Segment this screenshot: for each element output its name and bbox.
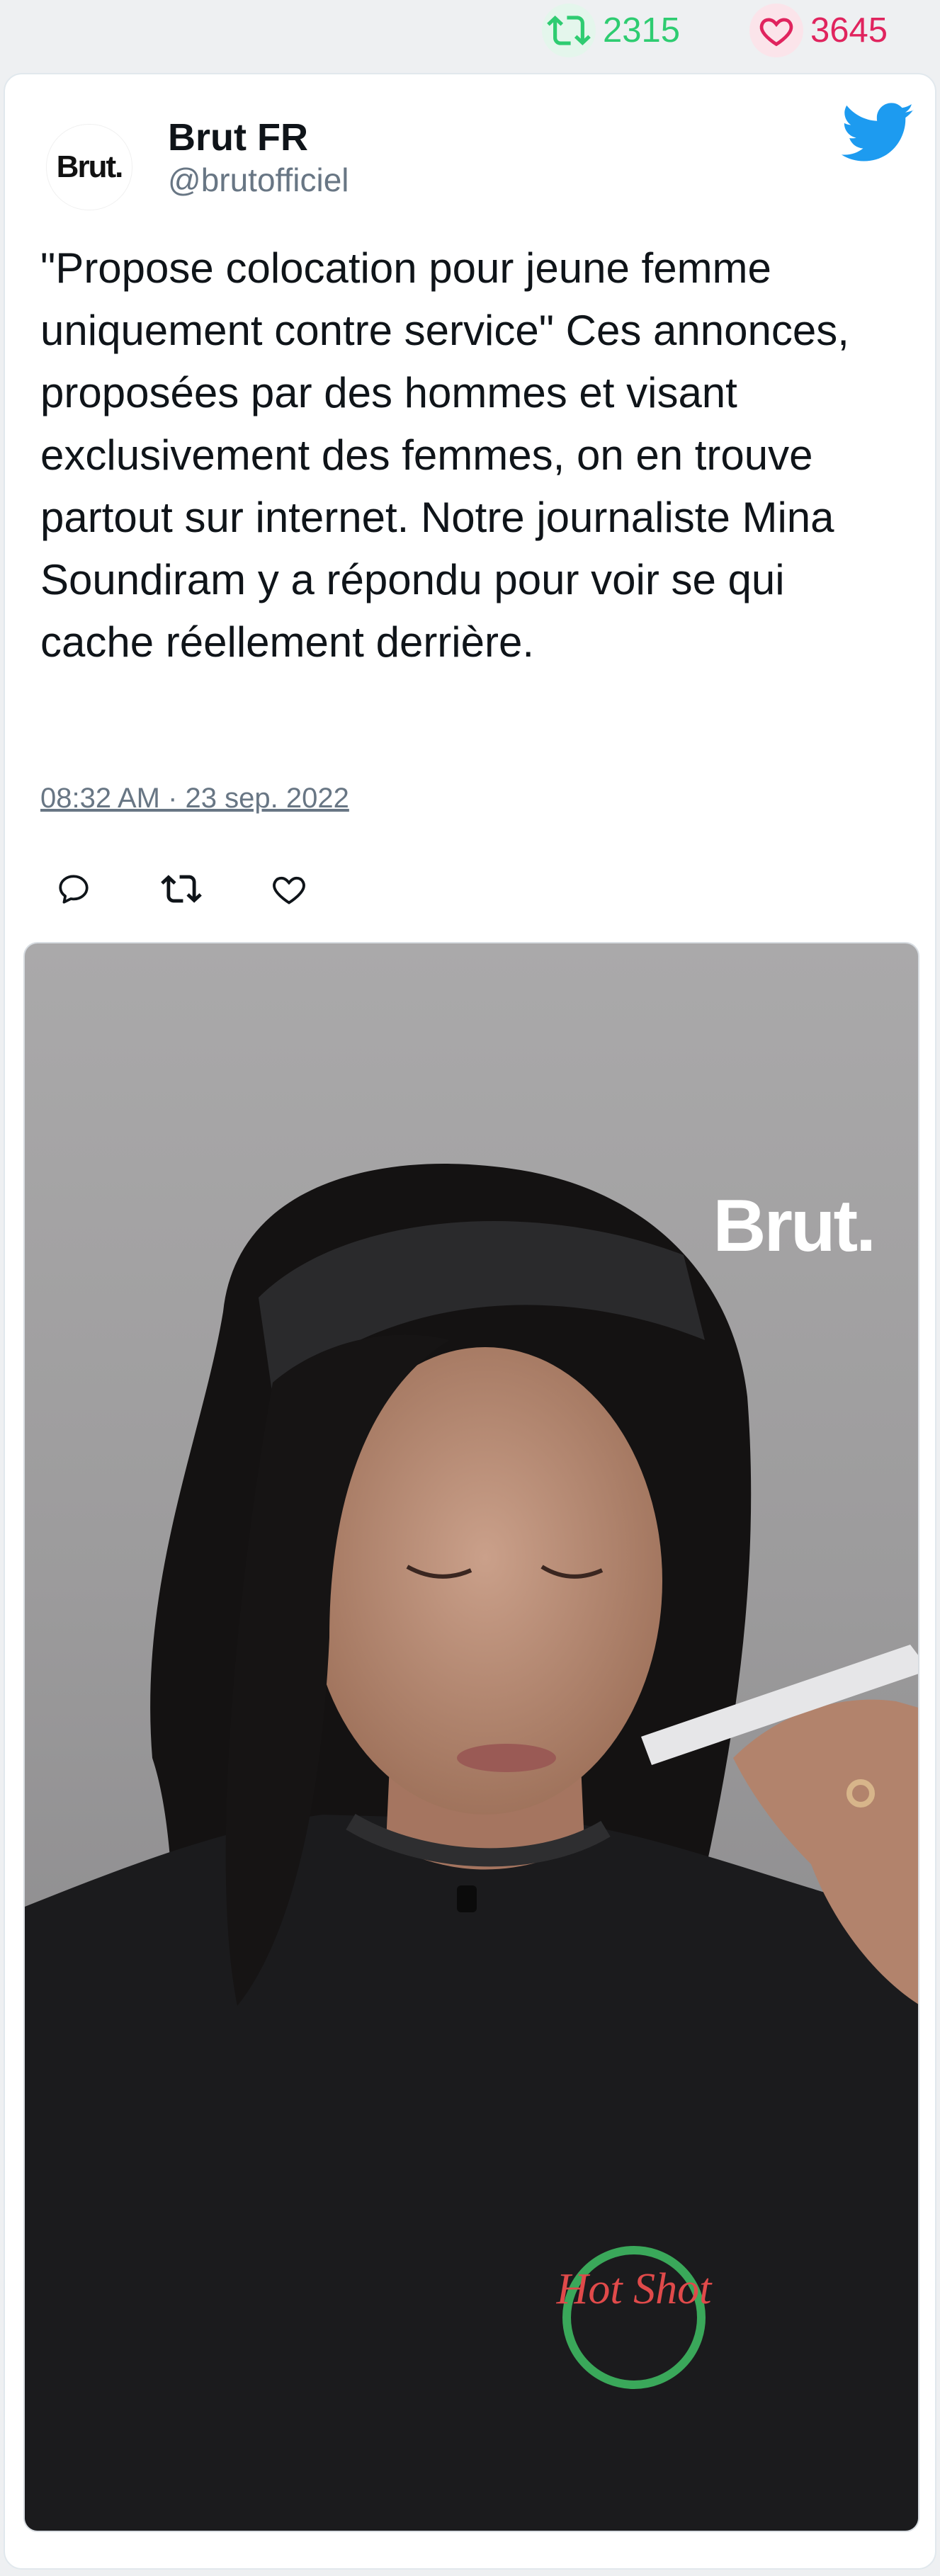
avatar[interactable]: Brut.: [46, 124, 132, 210]
tweet-timestamp-link[interactable]: 08:32 AM · 23 sep. 2022: [40, 783, 349, 815]
avatar-logo-text: Brut.: [56, 149, 124, 184]
retweet-icon: [161, 875, 202, 903]
author-handle[interactable]: @brutofficiel: [168, 161, 349, 199]
retweet-count-stat: 2315: [542, 4, 681, 57]
author-name[interactable]: Brut FR: [168, 115, 308, 159]
tweet-text: "Propose colocation pour jeune femme uni…: [40, 244, 849, 666]
twitter-bird-icon[interactable]: [841, 103, 915, 164]
heart-icon: [273, 876, 305, 904]
reply-button[interactable]: [49, 864, 98, 914]
retweet-stat-icon: [542, 4, 596, 57]
brut-watermark: Brut.: [713, 1185, 876, 1267]
tweet-stats: 2315 3645: [0, 0, 940, 71]
retweet-count: 2315: [603, 11, 681, 50]
tweet-media-image[interactable]: Hot Shot Brut.: [23, 942, 919, 2532]
tweet-actions: [49, 864, 372, 914]
tweet-card: Brut. Brut FR @brutofficiel "Propose col…: [4, 73, 936, 2570]
like-count: 3645: [810, 11, 888, 50]
photo-illustration: Hot Shot: [25, 1164, 918, 2531]
reply-icon: [59, 875, 89, 904]
like-button[interactable]: [264, 864, 314, 914]
retweet-button[interactable]: [157, 864, 206, 914]
shirt-logo-text: Hot Shot: [556, 2265, 713, 2313]
like-count-stat: 3645: [749, 4, 888, 57]
heart-stat-icon: [749, 4, 803, 57]
